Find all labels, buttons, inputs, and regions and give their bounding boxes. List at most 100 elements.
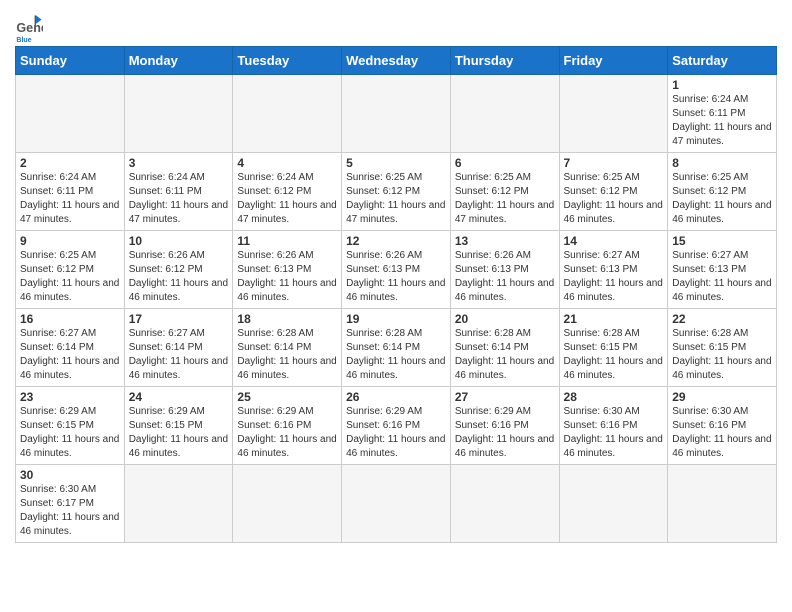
day-info: Sunrise: 6:25 AM Sunset: 6:12 PM Dayligh… [564, 171, 664, 227]
day-info: Sunrise: 6:24 AM Sunset: 6:11 PM Dayligh… [20, 171, 120, 227]
day-number: 17 [129, 312, 229, 326]
svg-text:Blue: Blue [16, 37, 31, 42]
calendar-week-2: 9Sunrise: 6:25 AM Sunset: 6:12 PM Daylig… [16, 231, 777, 309]
day-info: Sunrise: 6:27 AM Sunset: 6:13 PM Dayligh… [672, 249, 772, 305]
day-info: Sunrise: 6:27 AM Sunset: 6:14 PM Dayligh… [129, 327, 229, 383]
day-info: Sunrise: 6:28 AM Sunset: 6:14 PM Dayligh… [346, 327, 446, 383]
calendar-cell: 6Sunrise: 6:25 AM Sunset: 6:12 PM Daylig… [450, 153, 559, 231]
calendar-cell [124, 465, 233, 543]
day-number: 20 [455, 312, 555, 326]
calendar-cell [668, 465, 777, 543]
weekday-header-sunday: Sunday [16, 47, 125, 75]
day-number: 30 [20, 468, 120, 482]
calendar-cell: 20Sunrise: 6:28 AM Sunset: 6:14 PM Dayli… [450, 309, 559, 387]
day-info: Sunrise: 6:30 AM Sunset: 6:16 PM Dayligh… [564, 405, 664, 461]
day-info: Sunrise: 6:28 AM Sunset: 6:15 PM Dayligh… [564, 327, 664, 383]
day-number: 9 [20, 234, 120, 248]
day-info: Sunrise: 6:24 AM Sunset: 6:11 PM Dayligh… [129, 171, 229, 227]
day-info: Sunrise: 6:25 AM Sunset: 6:12 PM Dayligh… [455, 171, 555, 227]
day-info: Sunrise: 6:29 AM Sunset: 6:15 PM Dayligh… [129, 405, 229, 461]
day-number: 21 [564, 312, 664, 326]
calendar-cell: 12Sunrise: 6:26 AM Sunset: 6:13 PM Dayli… [342, 231, 451, 309]
day-number: 2 [20, 156, 120, 170]
day-info: Sunrise: 6:30 AM Sunset: 6:16 PM Dayligh… [672, 405, 772, 461]
day-info: Sunrise: 6:28 AM Sunset: 6:15 PM Dayligh… [672, 327, 772, 383]
day-number: 14 [564, 234, 664, 248]
calendar-body: 1Sunrise: 6:24 AM Sunset: 6:11 PM Daylig… [16, 75, 777, 543]
calendar-cell: 13Sunrise: 6:26 AM Sunset: 6:13 PM Dayli… [450, 231, 559, 309]
day-info: Sunrise: 6:26 AM Sunset: 6:13 PM Dayligh… [346, 249, 446, 305]
day-number: 29 [672, 390, 772, 404]
calendar-cell: 9Sunrise: 6:25 AM Sunset: 6:12 PM Daylig… [16, 231, 125, 309]
day-number: 13 [455, 234, 555, 248]
weekday-header-row: SundayMondayTuesdayWednesdayThursdayFrid… [16, 47, 777, 75]
day-info: Sunrise: 6:26 AM Sunset: 6:13 PM Dayligh… [455, 249, 555, 305]
day-number: 19 [346, 312, 446, 326]
day-info: Sunrise: 6:29 AM Sunset: 6:16 PM Dayligh… [346, 405, 446, 461]
logo-icon: General Blue [15, 14, 43, 42]
calendar-header: SundayMondayTuesdayWednesdayThursdayFrid… [16, 47, 777, 75]
day-number: 7 [564, 156, 664, 170]
calendar-cell: 30Sunrise: 6:30 AM Sunset: 6:17 PM Dayli… [16, 465, 125, 543]
calendar-cell: 14Sunrise: 6:27 AM Sunset: 6:13 PM Dayli… [559, 231, 668, 309]
calendar-cell [559, 75, 668, 153]
day-info: Sunrise: 6:29 AM Sunset: 6:15 PM Dayligh… [20, 405, 120, 461]
day-number: 25 [237, 390, 337, 404]
calendar-cell: 5Sunrise: 6:25 AM Sunset: 6:12 PM Daylig… [342, 153, 451, 231]
weekday-header-friday: Friday [559, 47, 668, 75]
weekday-header-saturday: Saturday [668, 47, 777, 75]
calendar-cell: 4Sunrise: 6:24 AM Sunset: 6:12 PM Daylig… [233, 153, 342, 231]
day-number: 15 [672, 234, 772, 248]
calendar-cell: 11Sunrise: 6:26 AM Sunset: 6:13 PM Dayli… [233, 231, 342, 309]
weekday-header-tuesday: Tuesday [233, 47, 342, 75]
day-info: Sunrise: 6:27 AM Sunset: 6:13 PM Dayligh… [564, 249, 664, 305]
calendar-cell: 23Sunrise: 6:29 AM Sunset: 6:15 PM Dayli… [16, 387, 125, 465]
day-number: 23 [20, 390, 120, 404]
calendar-cell: 27Sunrise: 6:29 AM Sunset: 6:16 PM Dayli… [450, 387, 559, 465]
day-info: Sunrise: 6:29 AM Sunset: 6:16 PM Dayligh… [455, 405, 555, 461]
logo: General Blue [15, 14, 47, 42]
day-number: 4 [237, 156, 337, 170]
day-info: Sunrise: 6:26 AM Sunset: 6:12 PM Dayligh… [129, 249, 229, 305]
day-number: 8 [672, 156, 772, 170]
day-number: 18 [237, 312, 337, 326]
calendar-week-1: 2Sunrise: 6:24 AM Sunset: 6:11 PM Daylig… [16, 153, 777, 231]
day-info: Sunrise: 6:24 AM Sunset: 6:12 PM Dayligh… [237, 171, 337, 227]
calendar-cell: 16Sunrise: 6:27 AM Sunset: 6:14 PM Dayli… [16, 309, 125, 387]
calendar-table: SundayMondayTuesdayWednesdayThursdayFrid… [15, 46, 777, 543]
calendar-week-5: 30Sunrise: 6:30 AM Sunset: 6:17 PM Dayli… [16, 465, 777, 543]
calendar-week-4: 23Sunrise: 6:29 AM Sunset: 6:15 PM Dayli… [16, 387, 777, 465]
day-number: 16 [20, 312, 120, 326]
day-number: 22 [672, 312, 772, 326]
calendar-cell: 19Sunrise: 6:28 AM Sunset: 6:14 PM Dayli… [342, 309, 451, 387]
calendar-cell: 28Sunrise: 6:30 AM Sunset: 6:16 PM Dayli… [559, 387, 668, 465]
day-info: Sunrise: 6:26 AM Sunset: 6:13 PM Dayligh… [237, 249, 337, 305]
weekday-header-monday: Monday [124, 47, 233, 75]
calendar-cell [450, 75, 559, 153]
calendar-cell [233, 75, 342, 153]
calendar-cell [16, 75, 125, 153]
calendar-cell [450, 465, 559, 543]
page-header: General Blue [15, 10, 777, 42]
day-info: Sunrise: 6:29 AM Sunset: 6:16 PM Dayligh… [237, 405, 337, 461]
calendar-cell [559, 465, 668, 543]
calendar-cell: 10Sunrise: 6:26 AM Sunset: 6:12 PM Dayli… [124, 231, 233, 309]
calendar-cell: 18Sunrise: 6:28 AM Sunset: 6:14 PM Dayli… [233, 309, 342, 387]
day-info: Sunrise: 6:25 AM Sunset: 6:12 PM Dayligh… [672, 171, 772, 227]
day-number: 10 [129, 234, 229, 248]
calendar-cell: 29Sunrise: 6:30 AM Sunset: 6:16 PM Dayli… [668, 387, 777, 465]
svg-text:General: General [16, 21, 43, 35]
day-info: Sunrise: 6:25 AM Sunset: 6:12 PM Dayligh… [346, 171, 446, 227]
day-number: 12 [346, 234, 446, 248]
day-number: 6 [455, 156, 555, 170]
calendar-cell [233, 465, 342, 543]
weekday-header-wednesday: Wednesday [342, 47, 451, 75]
calendar-cell: 8Sunrise: 6:25 AM Sunset: 6:12 PM Daylig… [668, 153, 777, 231]
calendar-cell: 26Sunrise: 6:29 AM Sunset: 6:16 PM Dayli… [342, 387, 451, 465]
day-info: Sunrise: 6:30 AM Sunset: 6:17 PM Dayligh… [20, 483, 120, 539]
weekday-header-thursday: Thursday [450, 47, 559, 75]
day-info: Sunrise: 6:25 AM Sunset: 6:12 PM Dayligh… [20, 249, 120, 305]
day-info: Sunrise: 6:28 AM Sunset: 6:14 PM Dayligh… [237, 327, 337, 383]
day-info: Sunrise: 6:24 AM Sunset: 6:11 PM Dayligh… [672, 93, 772, 149]
day-number: 11 [237, 234, 337, 248]
